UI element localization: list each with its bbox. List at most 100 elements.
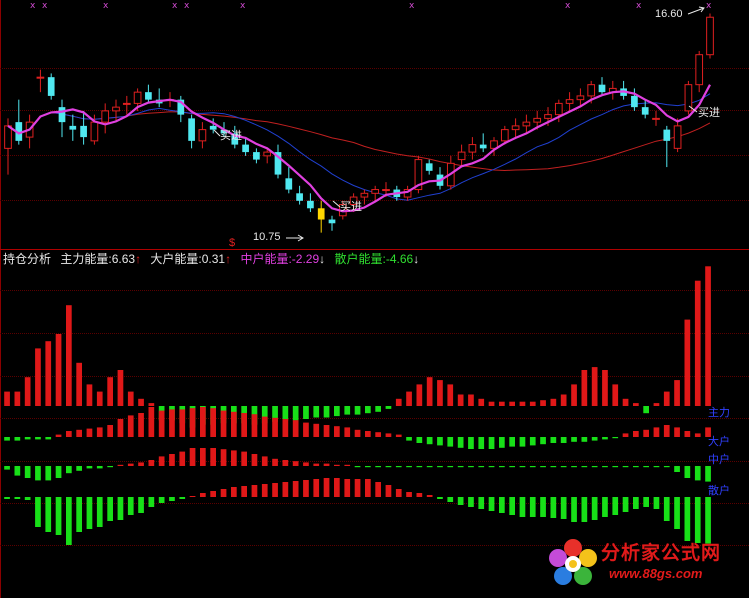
energy-bar	[488, 466, 495, 468]
big-value: 0.31	[201, 252, 226, 266]
energy-bar	[210, 408, 216, 437]
energy-bar	[179, 497, 186, 499]
energy-bar	[468, 394, 474, 406]
energy-bar	[519, 437, 526, 447]
energy-bar	[540, 437, 546, 445]
energy-bar	[251, 454, 258, 466]
energy-bar	[406, 492, 412, 497]
candle-body	[695, 54, 704, 86]
energy-bar	[200, 448, 206, 466]
energy-bar	[313, 479, 320, 497]
energy-bar	[375, 482, 381, 497]
energy-bar	[148, 403, 155, 406]
watermark: 分析家公式网 www.88gs.com	[545, 536, 745, 592]
energy-bar	[447, 384, 454, 406]
candle-body	[533, 117, 542, 123]
energy-bar	[488, 497, 495, 511]
energy-bar	[674, 497, 680, 529]
energy-bar	[406, 437, 412, 441]
energy-bar	[14, 437, 21, 441]
ma-short-line	[7, 84, 711, 213]
energy-bar	[540, 400, 546, 406]
energy-bar	[540, 466, 546, 468]
energy-bar	[622, 433, 629, 437]
energy-bar	[602, 370, 608, 406]
candle-body	[263, 151, 272, 157]
energy-bar	[653, 403, 660, 406]
energy-bar	[643, 406, 649, 414]
energy-bar	[45, 466, 52, 481]
candle-body	[198, 129, 207, 142]
energy-bar	[529, 497, 536, 517]
energy-bar	[406, 391, 412, 406]
energy-bar	[468, 466, 474, 468]
energy-bar	[674, 466, 680, 472]
energy-bar	[560, 466, 567, 468]
energy-bar	[66, 497, 72, 545]
energy-bar	[261, 456, 268, 466]
chart-window: x x x x x x x x x x 持仓分析 主力能量:6.63↑ 大户能量…	[0, 0, 749, 598]
energy-bar	[220, 449, 227, 466]
energy-bar	[189, 408, 196, 437]
energy-bar	[529, 401, 536, 406]
energy-bar	[499, 437, 505, 448]
energy-bar	[189, 496, 196, 497]
energy-bar	[416, 466, 423, 468]
candle-body	[706, 16, 714, 56]
energy-bar	[643, 429, 649, 437]
energy-bar	[457, 394, 464, 406]
energy-bar	[24, 466, 31, 478]
energy-bar	[488, 437, 495, 449]
energy-bar	[633, 466, 639, 468]
energy-bar	[540, 497, 546, 517]
energy-bar	[509, 466, 515, 468]
buy-arrow	[332, 200, 341, 208]
energy-bar	[375, 432, 381, 437]
candle-body	[80, 125, 87, 138]
energy-bar	[684, 466, 691, 478]
dollar-marker: $	[229, 237, 236, 249]
energy-bar	[694, 433, 701, 437]
energy-bar	[406, 466, 412, 468]
energy-bar	[437, 466, 443, 468]
energy-bar	[560, 437, 567, 443]
candle-body	[47, 77, 55, 96]
energy-bar	[571, 466, 577, 468]
energy-bar	[519, 497, 526, 517]
energy-bar	[282, 482, 289, 497]
energy-bar	[24, 497, 31, 500]
energy-bar	[210, 448, 216, 466]
energy-bar	[189, 448, 196, 466]
energy-bar	[560, 497, 567, 519]
candle-body	[58, 107, 66, 123]
energy-bar	[76, 466, 82, 471]
energy-bar	[55, 466, 62, 478]
energy-bar	[591, 437, 598, 441]
candle-body	[576, 95, 585, 101]
energy-bar	[45, 497, 52, 532]
energy-bar	[395, 398, 402, 406]
main-value: 6.63	[111, 252, 136, 266]
energy-bar	[138, 462, 144, 466]
energy-bar	[344, 479, 351, 497]
series-label-main: 主力	[708, 407, 730, 419]
energy-bar	[251, 485, 258, 497]
energy-bar	[107, 497, 113, 521]
energy-bar	[4, 391, 10, 406]
candle-body	[511, 125, 520, 131]
energy-bar	[684, 319, 691, 406]
energy-bar	[231, 411, 237, 437]
candle-body	[663, 129, 671, 141]
candle-body	[457, 151, 466, 161]
candle-body	[598, 84, 606, 93]
energy-bar	[674, 427, 680, 437]
energy-bar	[210, 491, 216, 497]
energy-bar	[138, 398, 144, 406]
energy-bar	[344, 464, 351, 466]
energy-bar	[550, 437, 557, 443]
buy-label: 买进	[698, 107, 720, 119]
candle-body	[253, 152, 260, 160]
energy-bar	[96, 391, 103, 406]
energy-bar	[633, 403, 639, 406]
energy-bar	[550, 398, 557, 406]
